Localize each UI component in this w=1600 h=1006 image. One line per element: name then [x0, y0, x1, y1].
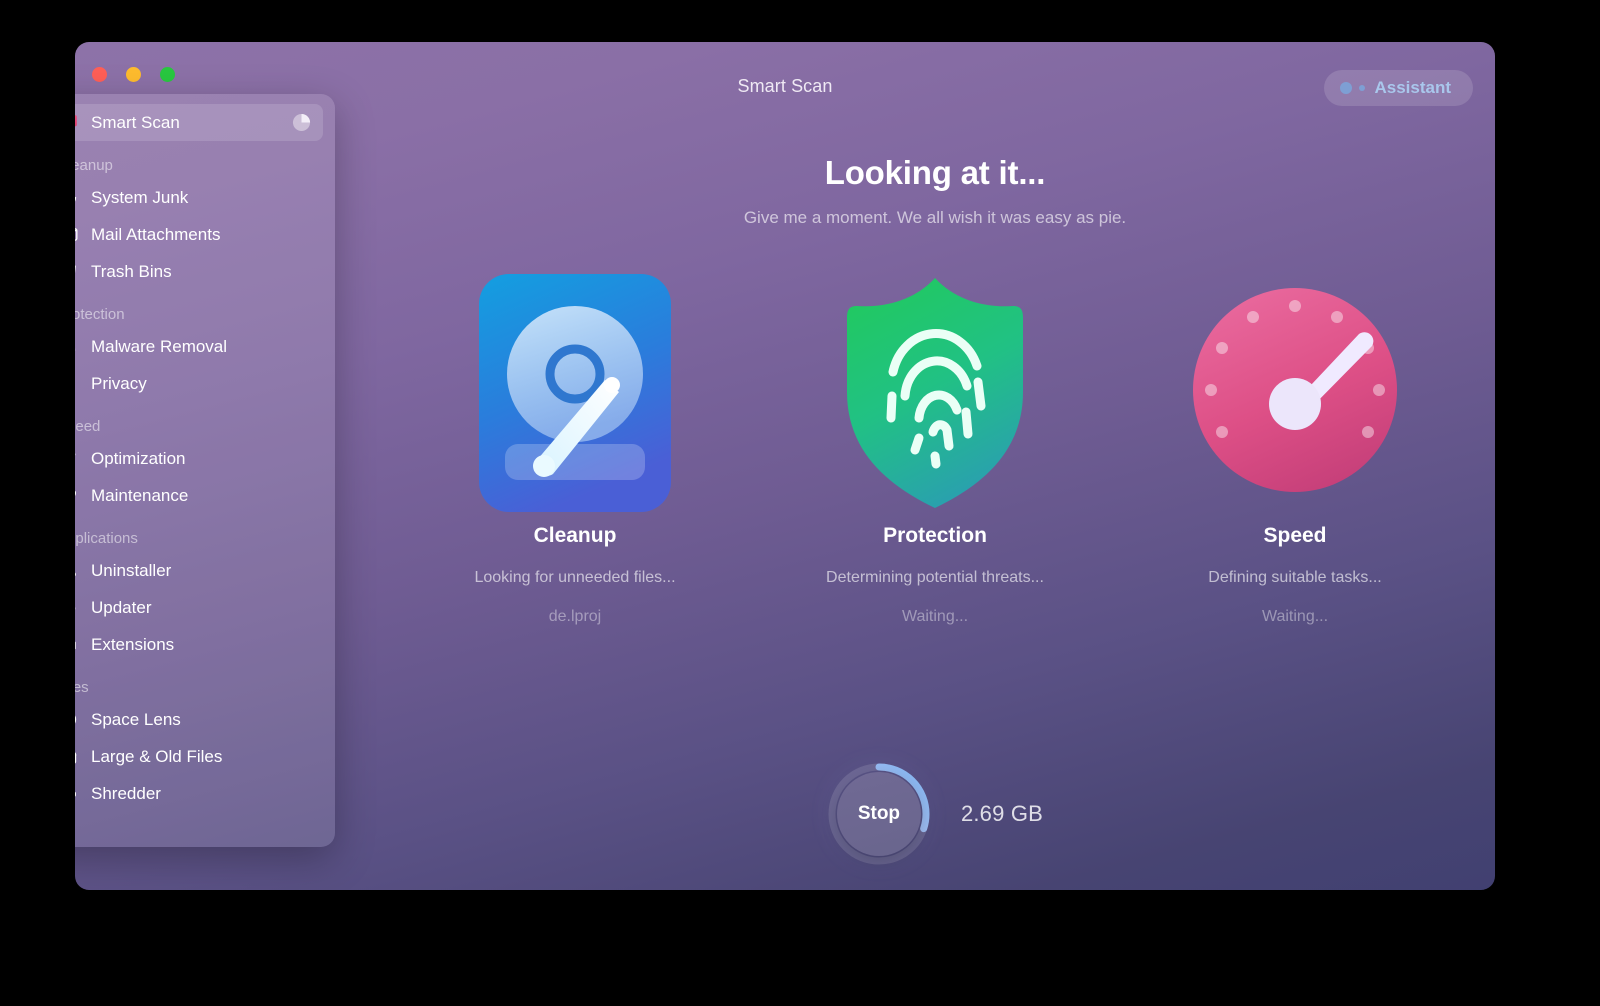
trash-bin-icon — [75, 261, 79, 283]
sidebar-item-privacy[interactable]: Privacy — [75, 365, 323, 402]
sidebar-item-label: Extensions — [91, 635, 174, 655]
assistant-dot-small-icon — [1359, 85, 1365, 91]
display-icon — [75, 112, 79, 134]
assistant-button[interactable]: Assistant — [1324, 70, 1473, 106]
shield-fingerprint-icon — [805, 268, 1065, 518]
sidebar-item-extensions[interactable]: Extensions — [75, 626, 323, 663]
uninstaller-icon — [75, 560, 79, 582]
module-protection[interactable]: Protection Determining potential threats… — [805, 268, 1065, 626]
sidebar-group-applications: Applications — [75, 514, 323, 552]
folder-icon — [75, 746, 79, 768]
scan-size-value: 2.69 GB — [961, 801, 1043, 827]
module-title: Protection — [805, 524, 1065, 548]
sidebar-group-speed: Speed — [75, 402, 323, 440]
sidebar-item-trash-bins[interactable]: Trash Bins — [75, 253, 323, 290]
assistant-label: Assistant — [1374, 78, 1451, 98]
sidebar-item-large-and-old-files[interactable]: Large & Old Files — [75, 738, 323, 775]
app-window: Smart Scan Assistant Smart Scan — [75, 42, 1495, 890]
sidebar-item-optimization[interactable]: Optimization — [75, 440, 323, 477]
sidebar-item-updater[interactable]: Updater — [75, 589, 323, 626]
scan-headline: Looking at it... — [375, 154, 1495, 192]
wrench-icon — [75, 485, 79, 507]
main-content: Looking at it... Give me a moment. We al… — [375, 104, 1495, 890]
sidebar-group-files: Files — [75, 663, 323, 701]
module-detail: de.lproj — [445, 608, 705, 626]
biohazard-icon — [75, 336, 79, 358]
sidebar-item-label: Malware Removal — [91, 337, 227, 357]
system-junk-icon — [75, 187, 79, 209]
sidebar-item-maintenance[interactable]: Maintenance — [75, 477, 323, 514]
sidebar-item-uninstaller[interactable]: Uninstaller — [75, 552, 323, 589]
sidebar-group-protection: Protection — [75, 290, 323, 328]
module-detail: Waiting... — [805, 608, 1065, 626]
scan-subhead: Give me a moment. We all wish it was eas… — [375, 208, 1495, 228]
sidebar-item-label: Large & Old Files — [91, 747, 222, 767]
hard-disk-icon — [445, 268, 705, 518]
sidebar-group-cleanup: Cleanup — [75, 141, 323, 179]
stop-button[interactable]: Stop — [837, 772, 921, 856]
sidebar-item-label: System Junk — [91, 188, 188, 208]
module-list: Cleanup Looking for unneeded files... de… — [375, 268, 1495, 626]
assistant-dots-icon — [1340, 82, 1352, 94]
stop-button-label: Stop — [858, 803, 900, 825]
module-status: Defining suitable tasks... — [1165, 569, 1425, 587]
sidebar-item-label: Trash Bins — [91, 262, 172, 282]
module-title: Cleanup — [445, 524, 705, 548]
sidebar: Smart Scan Cleanup System Junk — [75, 94, 335, 847]
mail-icon — [75, 224, 79, 246]
sidebar-item-label: Maintenance — [91, 486, 188, 506]
sidebar-item-label: Space Lens — [91, 710, 181, 730]
updater-icon — [75, 597, 79, 619]
hand-icon — [75, 373, 79, 395]
sidebar-item-mail-attachments[interactable]: Mail Attachments — [75, 216, 323, 253]
sidebar-item-label: Optimization — [91, 449, 185, 469]
puzzle-piece-icon — [75, 634, 79, 656]
sliders-icon — [75, 448, 79, 470]
scan-footer: Stop 2.69 GB — [375, 762, 1495, 866]
sidebar-item-smart-scan[interactable]: Smart Scan — [75, 104, 323, 141]
sidebar-item-system-junk[interactable]: System Junk — [75, 179, 323, 216]
shredder-icon — [75, 783, 79, 805]
module-speed[interactable]: Speed Defining suitable tasks... Waiting… — [1165, 268, 1425, 626]
sidebar-item-label: Mail Attachments — [91, 225, 220, 245]
module-status: Looking for unneeded files... — [445, 569, 705, 587]
sidebar-item-label: Shredder — [91, 784, 161, 804]
sidebar-item-label: Smart Scan — [91, 113, 180, 133]
stop-button-wrapper: Stop — [827, 762, 931, 866]
module-title: Speed — [1165, 524, 1425, 548]
sidebar-item-shredder[interactable]: Shredder — [75, 775, 323, 812]
module-detail: Waiting... — [1165, 608, 1425, 626]
module-status: Determining potential threats... — [805, 569, 1065, 587]
pie-progress-icon — [292, 113, 311, 132]
space-lens-icon — [75, 709, 79, 731]
sidebar-item-label: Privacy — [91, 374, 147, 394]
sidebar-item-malware-removal[interactable]: Malware Removal — [75, 328, 323, 365]
sidebar-item-label: Updater — [91, 598, 151, 618]
sidebar-item-space-lens[interactable]: Space Lens — [75, 701, 323, 738]
module-cleanup[interactable]: Cleanup Looking for unneeded files... de… — [445, 268, 705, 626]
speed-gauge-icon — [1165, 268, 1425, 518]
sidebar-item-label: Uninstaller — [91, 561, 171, 581]
